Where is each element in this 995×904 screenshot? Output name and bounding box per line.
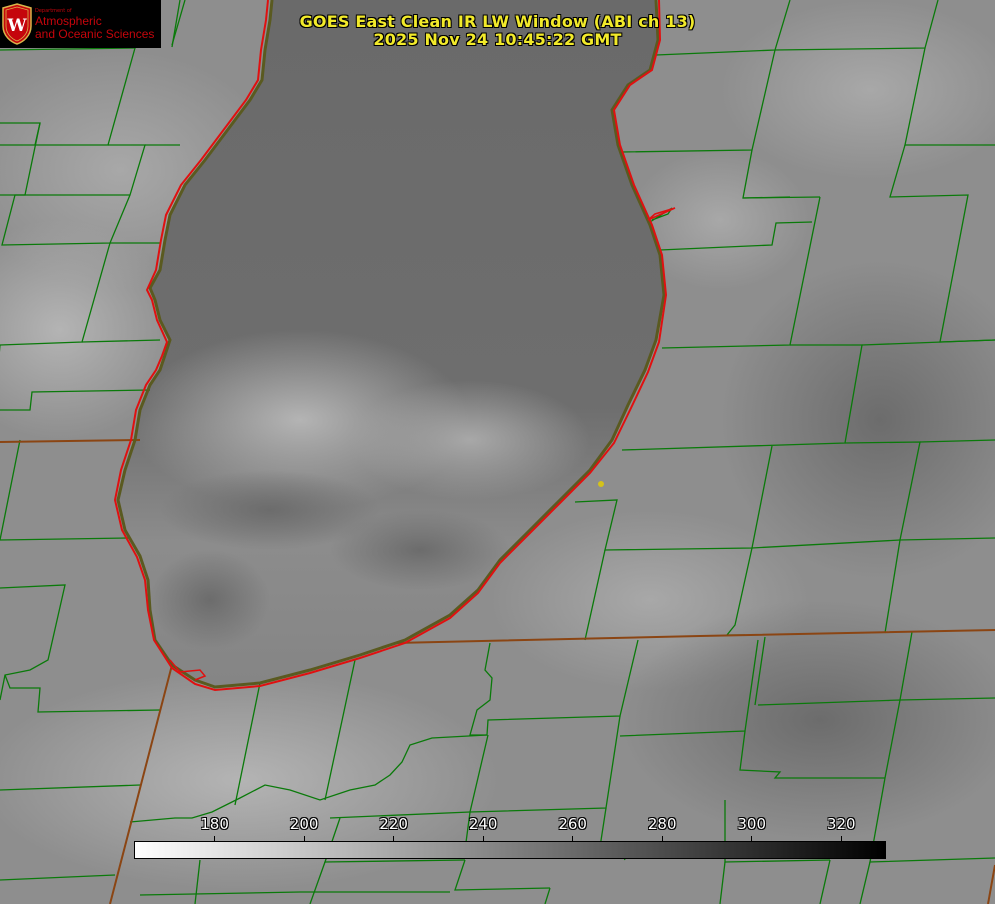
image-timestamp: 2025 Nov 24 10:45:22 GMT	[373, 30, 622, 49]
colorbar-tick-label: 280	[647, 815, 677, 833]
colorbar-tick-label: 300	[737, 815, 767, 833]
colorbar-tick-label: 260	[558, 815, 587, 833]
colorbar-tick-label: 220	[379, 815, 408, 833]
satellite-map[interactable]: W Department of Atmospheric and Oceanic …	[0, 0, 995, 904]
colorbar-tick-label: 240	[468, 815, 498, 833]
colorbar-tick-label: 320	[826, 815, 856, 833]
ir-imagery-map[interactable]	[0, 0, 995, 904]
station-marker	[598, 481, 604, 487]
colorbar-tick-label: 200	[289, 815, 319, 833]
image-title: GOES East Clean IR LW Window (ABI ch 13)	[299, 12, 696, 31]
temperature-colorbar	[134, 841, 886, 859]
colorbar-tick-label: 180	[200, 815, 229, 833]
